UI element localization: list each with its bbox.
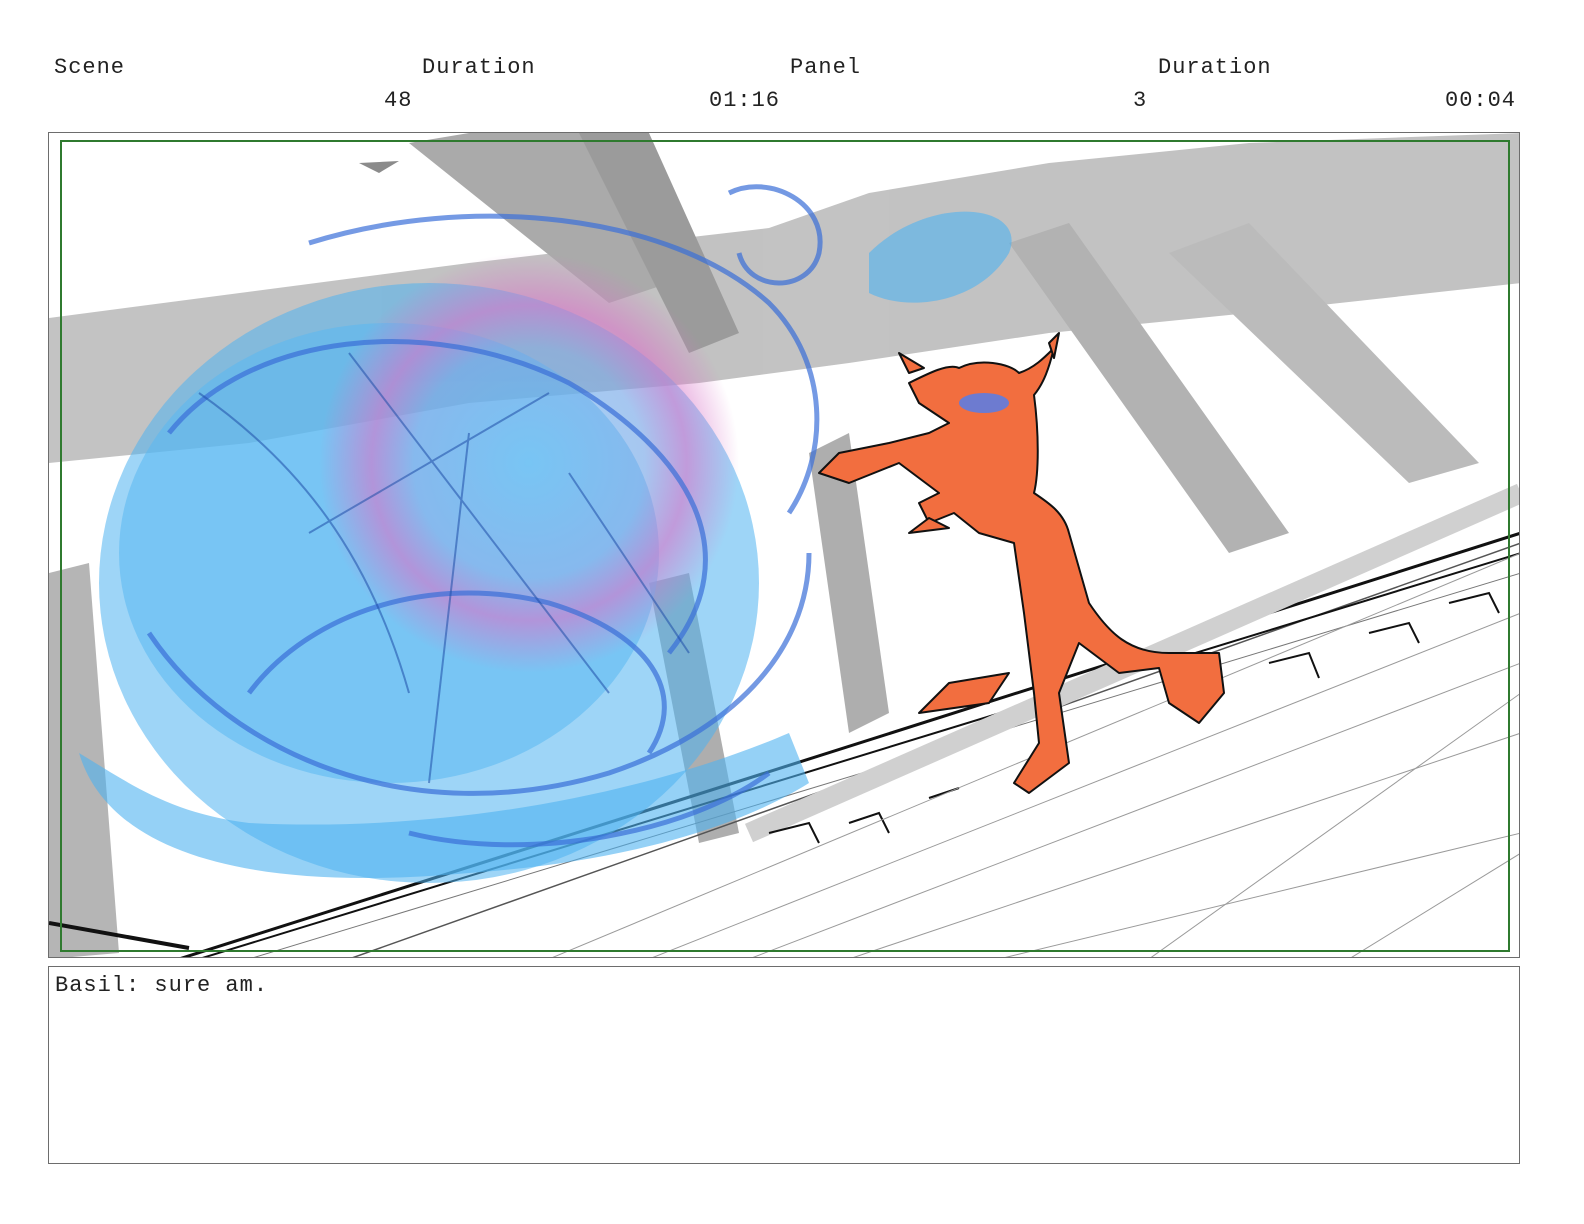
scene-duration: 01:16 xyxy=(709,88,781,113)
panel-duration: 00:04 xyxy=(1445,88,1517,113)
panel-duration-label: Duration xyxy=(1158,55,1272,80)
panel-image xyxy=(49,133,1519,957)
dialogue-box: Basil: sure am. xyxy=(48,966,1520,1164)
dialogue-text: Basil: sure am. xyxy=(55,973,269,998)
scene-label: Scene xyxy=(54,55,126,80)
panel-number: 3 xyxy=(1133,88,1148,113)
panel-label: Panel xyxy=(790,55,862,80)
panel-frame xyxy=(48,132,1520,958)
duration-label: Duration xyxy=(422,55,536,80)
scene-number: 48 xyxy=(384,88,413,113)
